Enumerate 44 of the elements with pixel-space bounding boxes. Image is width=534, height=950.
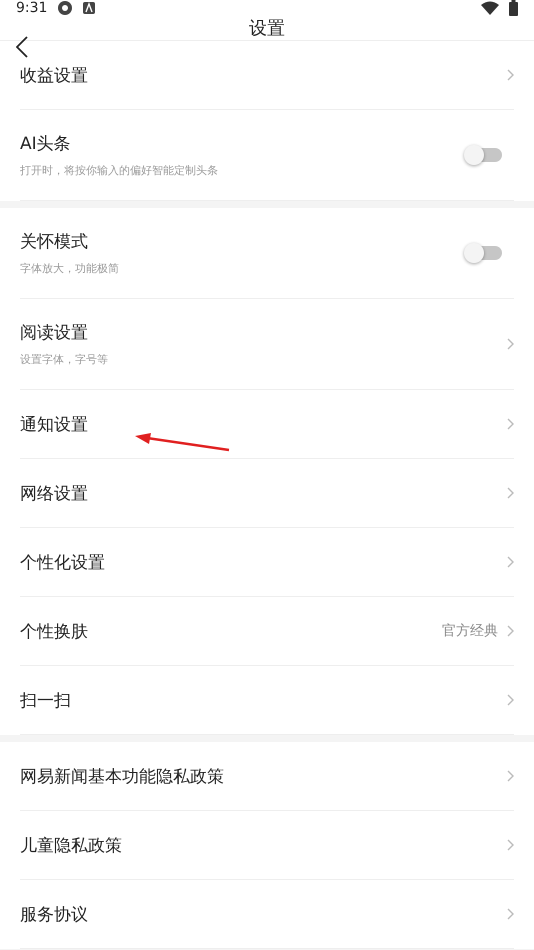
- setting-description: 打开时，将按你输入的偏好智能定制头条: [20, 163, 219, 178]
- settings-row[interactable]: 阅读设置 设置字体，字号等: [20, 299, 514, 390]
- chevron-right-icon: [506, 69, 514, 81]
- settings-row[interactable]: 关怀模式 字体放大，功能极简: [20, 208, 514, 299]
- toggle-switch[interactable]: [466, 246, 502, 260]
- setting-value: 官方经典: [442, 622, 498, 640]
- status-time: 9:31: [16, 0, 48, 16]
- settings-row[interactable]: 网络设置: [20, 459, 514, 528]
- setting-label: 网易新闻基本功能隐私政策: [20, 766, 225, 788]
- setting-label: AI头条: [20, 133, 72, 155]
- battery-icon: [509, 0, 518, 16]
- wifi-icon: [481, 1, 499, 15]
- setting-description: 设置字体，字号等: [20, 352, 109, 367]
- chevron-right-icon: [506, 770, 514, 782]
- chevron-right-icon: [506, 839, 514, 851]
- setting-label: 儿童隐私政策: [20, 834, 123, 856]
- chevron-right-icon: [506, 338, 514, 350]
- toggle-switch[interactable]: [466, 148, 502, 162]
- settings-row[interactable]: 个性换肤 官方经典: [20, 597, 514, 666]
- settings-row[interactable]: AI头条 打开时，将按你输入的偏好智能定制头条: [20, 110, 514, 201]
- setting-label: 扫一扫: [20, 690, 72, 712]
- settings-row[interactable]: 儿童隐私政策: [20, 811, 514, 880]
- settings-row[interactable]: 服务协议: [20, 880, 514, 949]
- setting-label: 个性换肤: [20, 620, 89, 642]
- chevron-right-icon: [506, 556, 514, 568]
- setting-label: 收益设置: [20, 64, 89, 86]
- setting-label: 关怀模式: [20, 231, 89, 253]
- settings-row[interactable]: 收益设置: [20, 41, 514, 110]
- setting-label: 网络设置: [20, 482, 89, 504]
- chevron-right-icon: [506, 418, 514, 430]
- setting-label: 个性化设置: [20, 552, 106, 574]
- page-title: 设置: [249, 17, 285, 40]
- settings-row[interactable]: 扫一扫: [20, 666, 514, 735]
- setting-label: 阅读设置: [20, 322, 89, 344]
- chevron-right-icon: [506, 908, 514, 920]
- setting-label: 通知设置: [20, 414, 89, 436]
- settings-row[interactable]: 通知设置: [20, 390, 514, 459]
- setting-label: 服务协议: [20, 904, 89, 926]
- chevron-right-icon: [506, 625, 514, 637]
- settings-row[interactable]: 网易新闻基本功能隐私政策: [20, 742, 514, 811]
- chevron-right-icon: [506, 487, 514, 499]
- chevron-right-icon: [506, 694, 514, 706]
- settings-row[interactable]: 个性化设置: [20, 528, 514, 597]
- setting-description: 字体放大，功能极简: [20, 261, 120, 276]
